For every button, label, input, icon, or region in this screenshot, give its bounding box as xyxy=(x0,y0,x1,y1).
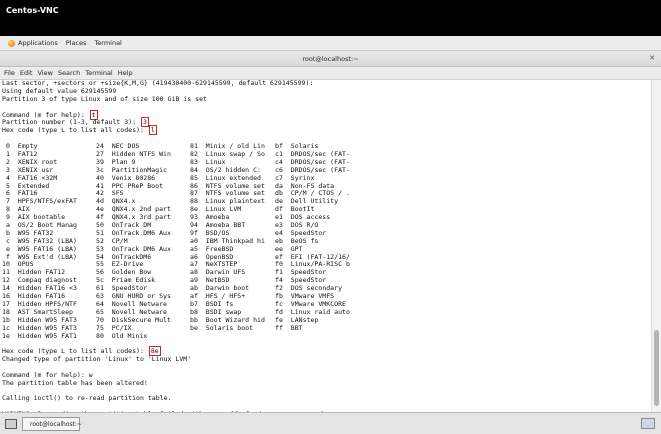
window-title: root@localhost:~ xyxy=(302,54,359,63)
menu-terminal[interactable]: Terminal xyxy=(85,69,112,77)
vnc-titlebar: Centos-VNC xyxy=(0,0,661,36)
partition-column-1: 0 Empty 1 FAT12 2 XENIX root 3 XENIX usr… xyxy=(2,142,77,340)
menu-file[interactable]: File xyxy=(4,69,15,77)
partition-column-2: 24 NEC DOS 27 Hidden NTFS Win 39 Plan 9 3c … xyxy=(96,142,171,340)
close-icon[interactable]: ✕ xyxy=(649,54,655,62)
gnome-top-panel: Applications Places Terminal xyxy=(0,36,661,51)
scrollbar-thumb[interactable] xyxy=(654,330,659,406)
output-lines-after: Changed type of partition 'Linux' to 'Li… xyxy=(0,355,651,412)
taskbar-terminal-item[interactable]: root@localhost:~ xyxy=(22,417,83,431)
terminal-scrollbar[interactable] xyxy=(651,80,661,412)
terminal-output[interactable]: Last sector, +sectors or +size{K,M,G} (4… xyxy=(0,80,651,412)
output-line: Changed type of partition 'Linux' to 'Li… xyxy=(2,355,192,364)
output-line: Calling ioctl() to re-read partition tab… xyxy=(2,394,172,403)
partition-column-4: bf Solaris c1 DRDOS/sec (FAT-c4 DRDOS/sec… xyxy=(275,142,350,341)
places-menu[interactable]: Places xyxy=(66,39,87,47)
menu-view[interactable]: View xyxy=(37,69,52,77)
applications-icon xyxy=(8,39,15,47)
output-line: Partition 3 of type Linux and of size 10… xyxy=(2,94,207,103)
terminal-menubar: File Edit View Search Terminal Help xyxy=(0,67,661,80)
prompt-text: Hex code (type L to list all codes): xyxy=(2,347,148,356)
vnc-title: Centos-VNC xyxy=(6,6,59,15)
partition-type-entry: 1e Hidden W95 FAT1 xyxy=(2,331,77,340)
show-desktop-icon[interactable] xyxy=(5,419,17,429)
partition-type-entry: be Solaris boot xyxy=(190,323,254,332)
partition-type-table: 0 Empty 1 FAT12 2 XENIX root 3 XENIX usr… xyxy=(0,142,651,348)
terminal-app-menu[interactable]: Terminal xyxy=(94,39,121,47)
partition-type-entry: ff BBT xyxy=(275,323,303,332)
partition-type-entry: 80 Old Minix xyxy=(96,331,148,340)
partition-type-entry xyxy=(275,333,350,341)
highlighted-input-l: l xyxy=(148,125,157,136)
partition-type-entry xyxy=(190,333,265,341)
prompt-text: Hex code (type L to list all codes): xyxy=(2,126,148,135)
applications-label: Applications xyxy=(18,39,58,47)
workspace-switcher[interactable] xyxy=(641,418,655,429)
bottom-taskbar: root@localhost:~ xyxy=(0,412,661,434)
partition-column-3: 81 Minix / old Lin 82 Linux swap / So 83 L… xyxy=(190,142,265,341)
hex-code-line-1: Hex code (type L to list all codes): l xyxy=(0,125,651,136)
terminal-window-titlebar[interactable]: root@localhost:~ ✕ xyxy=(0,51,661,67)
menu-edit[interactable]: Edit xyxy=(20,69,33,77)
menu-help[interactable]: Help xyxy=(118,69,133,77)
menu-search[interactable]: Search xyxy=(58,69,80,77)
output-lines-before: Last sector, +sectors or +size{K,M,G} (4… xyxy=(0,80,651,112)
taskbar-item-label: root@localhost:~ xyxy=(30,420,83,428)
output-line: The partition table has been altered! xyxy=(2,378,148,387)
applications-menu[interactable]: Applications xyxy=(8,39,58,47)
